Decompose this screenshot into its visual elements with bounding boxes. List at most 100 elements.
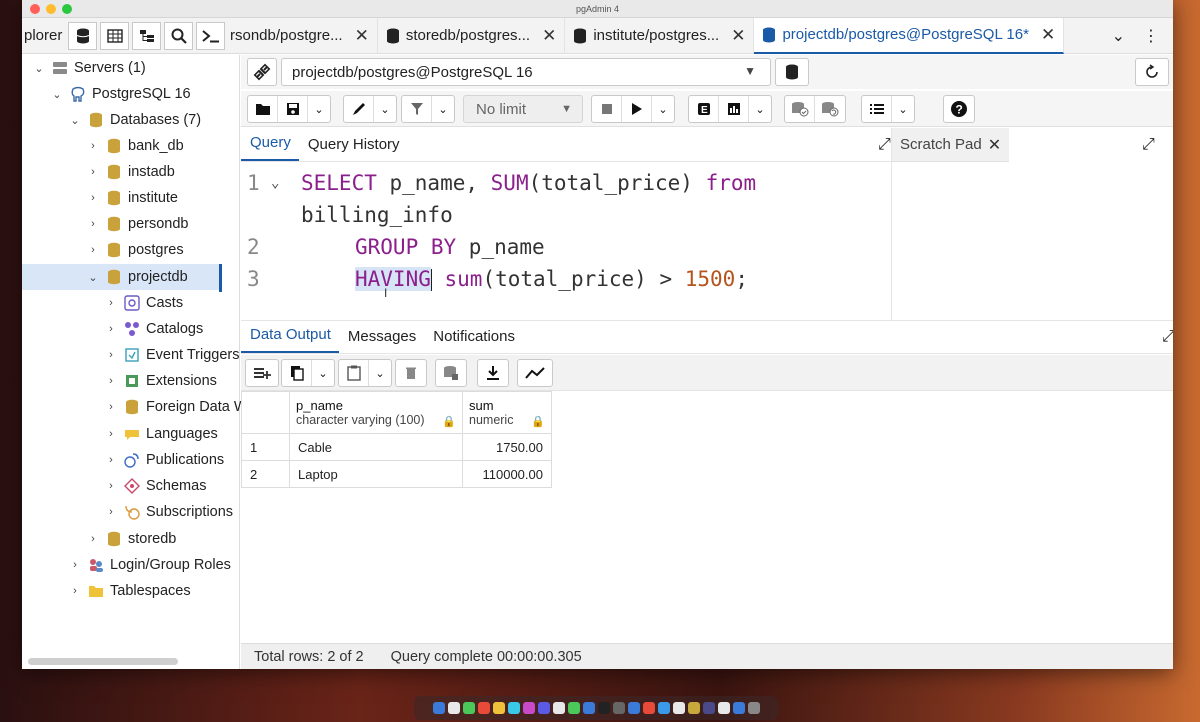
delete-icon[interactable] [396,360,426,386]
connection-status-icon[interactable] [247,58,277,86]
chevron-right-icon[interactable]: › [86,533,100,545]
chevron-right-icon[interactable]: › [104,506,118,518]
chevron-down-icon[interactable]: ⌄ [374,96,396,122]
tree-icon[interactable] [132,21,161,50]
tree-item-db[interactable]: › persondb [86,211,188,237]
chevron-right-icon[interactable]: › [104,428,118,440]
tree-item-projectdb[interactable]: ⌄ projectdb [22,264,219,290]
messages-icon[interactable] [462,702,475,714]
chevron-down-icon[interactable]: ⌄ [68,114,82,127]
terminal-app-icon[interactable] [597,702,610,714]
row-number[interactable]: 1 [241,433,290,461]
search-icon[interactable] [164,21,193,50]
database-icon[interactable] [775,58,809,86]
tab-query[interactable]: Query [241,134,299,161]
edit-pen-icon[interactable] [344,96,374,122]
chevron-right-icon[interactable]: › [104,454,118,466]
close-icon[interactable]: ✕ [988,135,1001,155]
chevron-right-icon[interactable]: › [104,375,118,387]
chevron-down-icon[interactable]: ⌄ [1112,26,1125,46]
tree-item-servers[interactable]: ⌄ Servers (1) [32,55,145,81]
sql-editor[interactable]: 1 ⌄ SELECT p_name, SUM(total_price) from… [241,163,891,319]
chevron-right-icon[interactable]: › [68,559,82,571]
chevron-right-icon[interactable]: › [104,323,118,335]
tab-storedb[interactable]: storedb/postgres... ✕ [378,17,566,54]
close-icon[interactable]: ✕ [355,26,369,46]
copy-icon[interactable] [282,360,312,386]
fold-chevron-icon[interactable]: ⌄ [271,175,279,191]
tree-item-databases[interactable]: ⌄ Databases (7) [68,107,201,133]
app-icon[interactable] [657,702,670,714]
app-icon[interactable] [477,702,490,714]
chevron-right-icon[interactable]: › [104,349,118,361]
tree-item-event-triggers[interactable]: › Event Triggers [104,342,239,368]
tree-item-db[interactable]: › instadb [86,159,175,185]
close-window-button[interactable] [30,4,40,14]
finder-icon[interactable] [432,702,445,714]
zoom-window-button[interactable] [62,4,72,14]
tab-messages[interactable]: Messages [339,328,424,353]
tree-item-db[interactable]: › postgres [86,237,183,263]
cell[interactable]: Cable [289,433,463,461]
database-icon[interactable] [68,21,97,50]
tree-item-login-roles[interactable]: › Login/Group Roles [68,552,231,578]
tree-item-subscriptions[interactable]: › Subscriptions [104,499,233,525]
app-icon[interactable] [627,702,640,714]
trash-icon[interactable] [747,702,760,714]
cell[interactable]: 110000.00 [462,460,552,488]
app-icon[interactable] [612,702,625,714]
tab-institute[interactable]: institute/postgres... ✕ [565,17,755,54]
more-vertical-icon[interactable]: ⋮ [1143,26,1159,46]
chevron-right-icon[interactable]: › [104,401,118,413]
chevron-down-icon[interactable]: ⌄ [86,271,100,284]
rollback-icon[interactable] [815,96,845,122]
app-icon[interactable] [732,702,745,714]
refresh-icon[interactable] [1135,58,1169,86]
row-limit-select[interactable]: No limit ▼ [463,95,583,123]
expand-icon[interactable]: ⤢ [1162,328,1173,346]
table-icon[interactable] [100,21,129,50]
terminal-icon[interactable] [196,21,225,50]
chevron-right-icon[interactable]: › [86,218,100,230]
chevron-down-icon[interactable]: ⌄ [312,360,334,386]
save-data-icon[interactable] [436,360,466,386]
app-icon[interactable] [552,702,565,714]
minimize-window-button[interactable] [46,4,56,14]
expand-icon[interactable]: ⤢ [1142,136,1155,154]
tree-item-catalogs[interactable]: › Catalogs [104,316,203,342]
horizontal-scrollbar[interactable] [28,658,178,665]
expand-icon[interactable]: ⤢ [878,136,891,154]
app-icon[interactable] [537,702,550,714]
app-icon[interactable] [507,702,520,714]
column-header[interactable]: p_name character varying (100) 🔒 [289,391,463,434]
tree-item-db[interactable]: › bank_db [86,133,183,159]
close-icon[interactable]: ✕ [731,26,745,46]
notes-icon[interactable] [492,702,505,714]
tree-item-casts[interactable]: › Casts [104,290,183,316]
chevron-down-icon[interactable]: ⌄ [369,360,391,386]
tab-projectdb[interactable]: projectdb/postgres@PostgreSQL 16* ✕ [754,17,1065,54]
app-icon[interactable] [687,702,700,714]
launchpad-icon[interactable] [447,702,460,714]
chevron-down-icon[interactable]: ⌄ [652,96,674,122]
download-icon[interactable] [478,360,508,386]
filter-icon[interactable] [402,96,432,122]
cell[interactable]: 1750.00 [462,433,552,461]
chevron-right-icon[interactable]: › [86,166,100,178]
tree-item-extensions[interactable]: › Extensions [104,368,217,394]
connection-select[interactable]: projectdb/postgres@PostgreSQL 16 ▼ [281,58,771,86]
tree-item-languages[interactable]: › Languages [104,421,218,447]
add-row-icon[interactable] [246,360,278,386]
open-file-icon[interactable] [248,96,278,122]
explain-analyze-icon[interactable] [719,96,749,122]
cell[interactable]: Laptop [289,460,463,488]
chevron-right-icon[interactable]: › [104,480,118,492]
chevron-right-icon[interactable]: › [68,585,82,597]
app-icon[interactable] [702,702,715,714]
tree-item-schemas[interactable]: › Schemas [104,473,206,499]
chevron-down-icon[interactable]: ⌄ [432,96,454,122]
close-icon[interactable]: ✕ [1041,25,1055,45]
list-icon[interactable] [862,96,892,122]
commit-icon[interactable] [785,96,815,122]
chevron-down-icon[interactable]: ⌄ [32,62,46,75]
